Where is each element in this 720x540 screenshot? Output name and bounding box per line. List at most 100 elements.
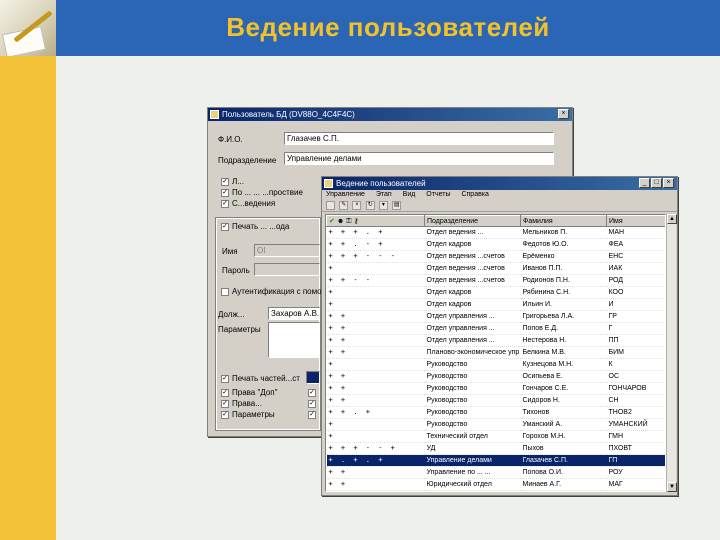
table-row[interactable]: + + + - - - Отдел ведения ...счетов Ерёмен… [326,250,665,263]
menu-manage[interactable]: Управление [326,191,365,198]
row-dept-cell: Руководство [424,418,521,431]
check2-label: По ... ... ...проствие [232,188,303,197]
column-header-dept[interactable]: Подразделение [424,215,521,227]
row-dept-cell: УД [424,442,521,455]
table-row[interactable]: + + Юридический отдел Минаев А.Г. МАГ [326,478,665,491]
table-row[interactable]: + Технический отдел Горохов М.Н. ГМН [326,430,665,443]
opt3-check[interactable]: ✓ [221,411,229,419]
post-field[interactable]: Захаров А.В. [268,307,320,320]
edit-icon[interactable]: ✎ [339,201,349,210]
close-icon[interactable]: × [663,178,674,188]
table-row[interactable]: + Руководство Кузнецова М.Н. К [326,358,665,371]
name-label: Имя [222,247,238,256]
table-row[interactable]: + + . + Руководство Тихонов ТНОВ2 [326,406,665,419]
fio-field[interactable]: Глазачев С.П. [284,132,554,145]
row-dept-cell: Отдел кадров [424,298,521,311]
table-row[interactable]: + + . - + Отдел кадров Федотов Ю.О. ФЕА [326,238,665,251]
table-row[interactable]: + Руководство Уманский А. УМАНСКИЙ [326,418,665,431]
table-row[interactable]: + + Руководство Сидоров Н. СН [326,394,665,407]
print-icon[interactable]: ▤ [392,201,402,210]
close-icon[interactable]: × [558,109,569,119]
bottom-check-label: Печать частей...ст [232,374,300,383]
row-login-cell: ФЕА [606,238,665,251]
column-header-login[interactable]: Имя [606,215,665,227]
bottom-combo[interactable] [306,371,320,384]
table-row[interactable]: + + Отдел управления ... Нестерова Н. ПП [326,334,665,347]
menu-reports[interactable]: Отчеты [426,191,450,198]
row-login-cell: УМАНСКИЙ [606,418,665,431]
row-flags-cell: + + + - - + [326,442,425,455]
table-row[interactable]: + . + . + Управление делами Глазачев С.П. Г… [326,454,665,467]
scroll-down-icon[interactable]: ▼ [667,482,677,492]
opt5-check[interactable]: ✓ [308,400,316,408]
user-table-container: ✔ ☻ ⚿ ⚷ Подразделение Фамилия Имя + + + … [325,214,666,492]
row-flags-cell: + + [326,466,425,479]
row-flags-cell: + + - - [326,274,425,287]
table-row[interactable]: + Отдел кадров Рябинина С.Н. КОО [326,286,665,299]
row-flags-cell: + + [326,382,425,395]
auth-check[interactable] [221,288,229,296]
column-header-surname[interactable]: Фамилия [520,215,607,227]
row-dept-cell: Руководство [424,394,521,407]
row-login-cell: БИМ [606,346,665,359]
table-row[interactable]: + + + - - + УД Пыхов ПХОВТ [326,442,665,455]
opt6-check[interactable]: ✓ [308,411,316,419]
user-list-window: Ведение пользователей _ □ × Управление Э… [321,176,678,496]
table-row[interactable]: + + Руководство Осипьева Е. ОС [326,370,665,383]
row-dept-cell: Отдел ведения ...счетов [424,250,521,263]
check1-box[interactable]: ✓ [221,178,229,186]
row-dept-cell: Отдел управления ... [424,334,521,347]
opt2-check[interactable]: ✓ [221,400,229,408]
params-textarea[interactable] [268,322,320,358]
check3-box[interactable]: ✓ [221,200,229,208]
minimize-icon[interactable]: _ [639,178,650,188]
row-login-cell: ГП [606,454,665,467]
row-flags-cell: + + [326,334,425,347]
row-flags-cell: + + [326,310,425,323]
row-dept-cell: Юридический отдел [424,478,521,491]
table-row[interactable]: + + Руководство Гончаров С.Е. ГОНЧАРОВ [326,382,665,395]
table-row[interactable]: + + Отдел управления ... Григорьева Л.А. ГР [326,310,665,323]
menu-help[interactable]: Справка [461,191,488,198]
row-login-cell: ИАК [606,262,665,275]
row-login-cell: ПП [606,334,665,347]
maximize-icon[interactable]: □ [651,178,662,188]
dept-field[interactable]: Управление делами [284,152,554,165]
row-login-cell: РОД [606,274,665,287]
column-header-flags[interactable]: ✔ ☻ ⚿ ⚷ [326,215,425,227]
table-row[interactable]: + + - - Отдел ведения ...счетов Родионов П… [326,274,665,287]
delete-icon[interactable]: × [352,201,362,210]
section-check[interactable]: ✓ [221,223,229,231]
table-row[interactable]: + + Отдел управления ... Попов Е.Д. Г [326,322,665,335]
opt1-check[interactable]: ✓ [221,389,229,397]
filter-icon[interactable]: ▾ [378,201,388,210]
password-field[interactable] [254,263,320,276]
row-flags-cell: + [326,298,425,311]
user-properties-titlebar[interactable]: Пользователь БД (DV88O_4C4F4C) × [208,108,572,121]
table-row[interactable]: + Отдел кадров Ильин И. И [326,298,665,311]
check2-box[interactable]: ✓ [221,189,229,197]
user-list-titlebar[interactable]: Ведение пользователей _ □ × [322,177,677,190]
table-row[interactable]: + Отдел ведения ...счетов Иванов П.П. ИАК [326,262,665,275]
bottom-check[interactable]: ✓ [221,375,229,383]
row-login-cell: ГР [606,310,665,323]
menu-view[interactable]: Вид [403,191,416,198]
table-row[interactable]: + + Управление по ... ... Попова О.И. РОУ [326,466,665,479]
check3-label: С...ведения [232,199,276,208]
new-icon[interactable] [326,201,335,210]
opt4-check[interactable]: ✓ [308,389,316,397]
row-surname-cell: Григорьева Л.А. [520,310,607,323]
table-row[interactable]: + + Планово-экономическое упр Белкина М.В.… [326,346,665,359]
table-row[interactable]: + + + . + Отдел ведения ... Мельников П. МА… [326,226,665,239]
menubar: Управление Этап Вид Отчеты Справка [322,190,677,200]
refresh-icon[interactable]: ↻ [365,201,375,210]
row-flags-cell: + + [326,478,425,491]
row-surname-cell: Гончаров С.Е. [520,382,607,395]
row-flags-cell: + [326,286,425,299]
vertical-scrollbar[interactable]: ▲ ▼ [666,214,677,492]
row-login-cell: ТНОВ2 [606,406,665,419]
menu-stage[interactable]: Этап [376,191,392,198]
scroll-up-icon[interactable]: ▲ [667,214,677,224]
name-field[interactable]: ОI [254,244,320,257]
row-login-cell: МАГ [606,478,665,491]
